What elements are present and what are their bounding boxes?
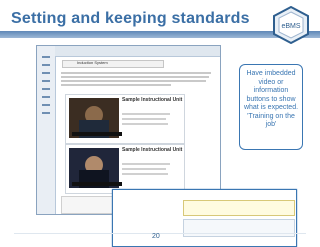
card-title-2: Sample Instructional Unit xyxy=(122,147,183,153)
footer-rule xyxy=(14,233,306,234)
video-card-2: Sample Instructional Unit xyxy=(65,144,185,194)
callout-text: Have imbedded video or information butto… xyxy=(243,70,299,128)
intro-text-block xyxy=(61,72,213,88)
video-card-1: Sample Instructional Unit xyxy=(65,94,185,144)
zoom-highlight-box xyxy=(183,200,295,216)
logo-text: eBMS xyxy=(281,23,300,30)
page-number: 20 xyxy=(152,233,160,240)
video-player-2[interactable] xyxy=(69,148,122,188)
screenshot-toolbar xyxy=(55,46,220,57)
video-player-1[interactable] xyxy=(69,98,122,138)
ebms-logo-icon: eBMS xyxy=(273,6,309,44)
zoom-info-box xyxy=(183,219,295,237)
screenshot-sidebar xyxy=(37,46,56,214)
card-title-1: Sample Instructional Unit xyxy=(122,97,183,103)
callout-note: Have imbedded video or information butto… xyxy=(239,64,303,150)
video-controls[interactable] xyxy=(72,132,122,136)
zoomed-form-panel xyxy=(112,189,297,247)
section-tab: Induction System xyxy=(62,60,164,68)
slide-title: Setting and keeping standards xyxy=(11,10,250,27)
section-label: Induction System xyxy=(77,60,108,65)
video-controls[interactable] xyxy=(72,182,122,186)
slide-header: Setting and keeping standards eBMS xyxy=(0,0,320,44)
